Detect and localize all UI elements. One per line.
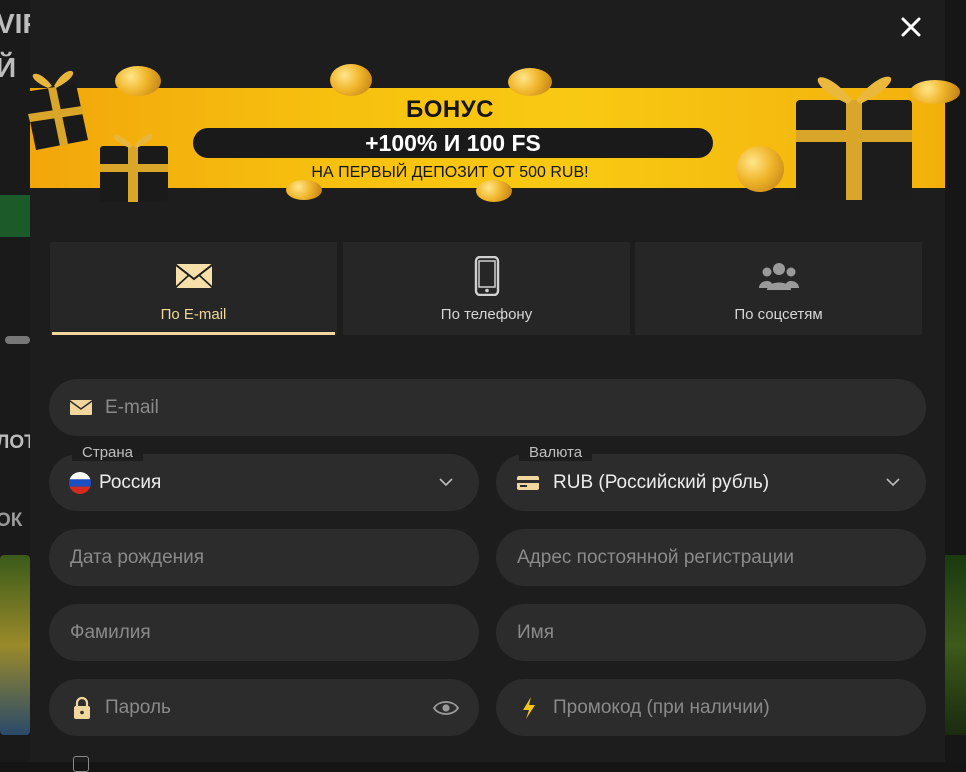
chevron-down-icon [886, 478, 900, 487]
background-green-button [0, 195, 30, 237]
lastname-field[interactable]: Фамилия [49, 604, 479, 661]
envelope-icon [174, 264, 213, 288]
banner-offer: +100% И 100 FS [365, 130, 541, 156]
banner-title: БОНУС [405, 96, 494, 123]
users-icon [758, 263, 799, 290]
eye-icon [433, 700, 459, 715]
firstname-field[interactable]: Имя [496, 604, 926, 661]
currency-value: RUB (Российский рубль) [553, 472, 770, 493]
tab-phone[interactable]: По телефону [343, 242, 630, 335]
background-text-fragment: Й [0, 52, 17, 83]
promo-code-field[interactable]: Промокод (при наличии) [496, 679, 926, 736]
russia-flag-icon [69, 471, 91, 494]
banner-subtitle: НА ПЕРВЫЙ ДЕПОЗИТ ОТ 500 RUB! [311, 164, 589, 181]
tab-social[interactable]: По соцсетям [635, 242, 922, 335]
address-placeholder: Адрес постоянной регистрации [517, 547, 794, 568]
coin-decoration [330, 64, 372, 96]
close-button[interactable] [896, 12, 926, 42]
tab-active-underline [52, 332, 335, 335]
lastname-placeholder: Фамилия [70, 622, 151, 643]
address-field[interactable]: Адрес постоянной регистрации [496, 529, 926, 586]
country-select[interactable]: Россия [49, 454, 479, 511]
background-right-strip [945, 0, 966, 762]
coin-decoration [508, 68, 552, 96]
card-icon [517, 475, 539, 490]
chevron-down-icon [439, 478, 453, 487]
tab-email[interactable]: По E-mail [50, 242, 337, 335]
background-text-fragment2: ОК [0, 510, 23, 531]
background-game-thumbnail [0, 555, 30, 735]
birthdate-placeholder: Дата рождения [70, 547, 205, 568]
currency-label: Валюта [519, 444, 593, 461]
email-placeholder: E-mail [105, 397, 159, 418]
country-value: Россия [99, 472, 162, 493]
coin-decoration [476, 180, 512, 202]
tab-social-label: По соцсетям [734, 306, 823, 323]
background-slider [5, 336, 30, 344]
terms-checkbox[interactable] [73, 756, 89, 772]
tab-phone-label: По телефону [440, 306, 533, 323]
firstname-placeholder: Имя [517, 622, 555, 643]
coin-decoration [115, 66, 161, 96]
gift-box-icon [796, 76, 912, 200]
phone-icon [474, 256, 499, 296]
close-icon [901, 17, 921, 37]
promo-code-placeholder: Промокод (при наличии) [553, 697, 770, 718]
country-label: Страна [72, 444, 144, 461]
lightning-icon [523, 696, 535, 719]
password-field[interactable]: Пароль [49, 679, 479, 736]
email-field[interactable]: E-mail [49, 379, 926, 436]
birthdate-field[interactable]: Дата рождения [49, 529, 479, 586]
registration-modal: БОНУС +100% И 100 FS НА ПЕРВЫЙ ДЕПОЗИТ О… [24, 0, 960, 772]
coin-decoration [286, 180, 322, 200]
envelope-icon [69, 400, 93, 415]
toggle-password-visibility[interactable] [433, 679, 459, 736]
tab-email-label: По E-mail [160, 306, 227, 323]
lock-icon [74, 696, 90, 719]
currency-select[interactable]: RUB (Российский рубль) [496, 454, 926, 511]
password-placeholder: Пароль [105, 697, 171, 718]
